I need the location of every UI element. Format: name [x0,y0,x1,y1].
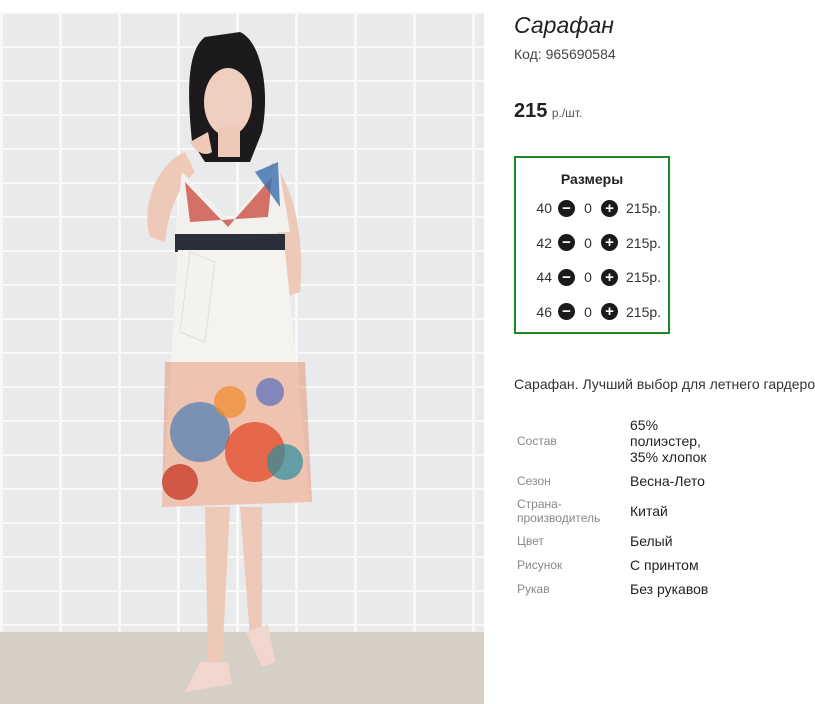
size-row: 46 − 0 + 215р. [516,295,668,330]
property-row: Рукав Без рукавов [514,577,710,601]
size-label: 44 [536,269,552,286]
property-row: Рисунок С принтом [514,553,710,577]
size-price: 215р. [626,234,662,251]
property-label: Рукав [517,582,550,596]
property-label: Состав [517,434,557,448]
property-value: Белый [630,533,673,549]
product-price: 215 р./шт. [514,100,582,123]
model-figure [147,32,312,692]
property-value: 65% полиэстер, 35% хлопок [630,417,707,465]
property-label: Рисунок [517,558,563,572]
price-amount: 215 [514,100,548,122]
size-price: 215р. [626,269,662,286]
property-label: Цвет [517,534,544,548]
size-label: 46 [536,303,552,320]
property-row: Состав 65% полиэстер, 35% хлопок [514,413,710,469]
property-value: Китай [630,503,668,519]
property-value: Без рукавов [630,581,709,597]
size-quantity[interactable]: 0 [575,235,601,251]
size-row: 40 − 0 + 215р. [516,191,668,226]
size-label: 42 [536,234,552,251]
product-properties: Состав 65% полиэстер, 35% хлопок Сезон В… [514,413,710,601]
size-quantity[interactable]: 0 [575,269,601,285]
size-row: 42 − 0 + 215р. [516,226,668,261]
plus-circle-icon[interactable]: + [601,268,618,286]
property-value: С принтом [630,557,699,573]
property-label: Страна-производитель [517,497,601,525]
product-description: Сарафан. Лучший выбор для летнего гардер… [514,376,815,392]
product-photo[interactable] [0,12,484,704]
property-value: Весна-Лето [630,473,705,489]
size-label: 40 [536,200,552,217]
property-row: Страна-производитель Китай [514,493,710,529]
size-row: 44 − 0 + 215р. [516,260,668,295]
property-row: Сезон Весна-Лето [514,469,710,493]
product-sku: Код: 965690584 [514,46,616,62]
product-title: Сарафан [514,12,614,38]
size-selector-header: Размеры [560,171,624,187]
size-price: 215р. [626,303,662,320]
plus-circle-icon[interactable]: + [601,303,618,321]
size-quantity[interactable]: 0 [575,200,601,216]
size-selector: Размеры 40 − 0 + 215р. 42 − 0 + 215р. 44… [514,156,670,334]
property-row: Цвет Белый [514,529,710,553]
plus-circle-icon[interactable]: + [601,199,618,217]
size-price: 215р. [626,200,662,217]
price-unit: р./шт. [551,106,583,120]
minus-circle-icon[interactable]: − [558,234,575,252]
plus-circle-icon[interactable]: + [601,234,618,252]
minus-circle-icon[interactable]: − [558,199,575,217]
minus-circle-icon[interactable]: − [558,303,575,321]
size-quantity[interactable]: 0 [575,304,601,320]
property-label: Сезон [517,474,551,488]
minus-circle-icon[interactable]: − [558,268,575,286]
